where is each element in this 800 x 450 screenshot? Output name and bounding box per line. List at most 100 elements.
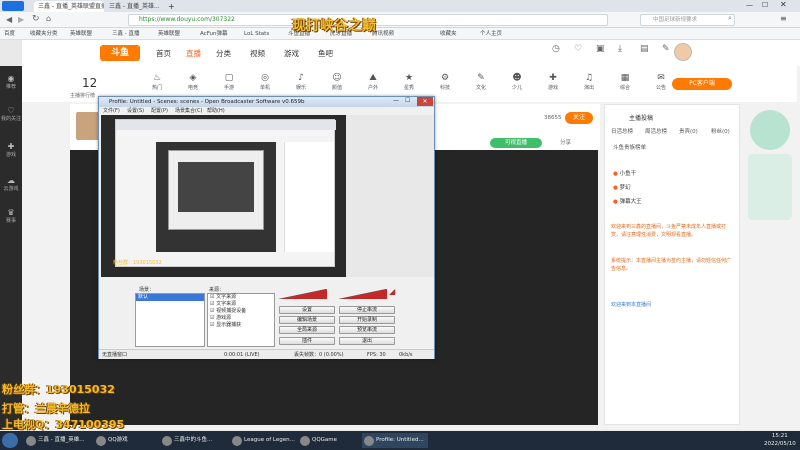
sidebar-item-event[interactable]: ♛ 赛事 (0, 208, 22, 224)
category-item[interactable]: ◎ 单机 (250, 72, 280, 91)
obs-minimize-icon[interactable]: — (393, 97, 399, 104)
taskbar-item[interactable]: Profile: Untitled... (362, 433, 428, 448)
nav-game[interactable]: 游戏 (284, 48, 299, 59)
maximize-icon[interactable]: ☐ (762, 1, 768, 9)
category-item[interactable]: ♪ 娱乐 (286, 72, 316, 91)
obs-window[interactable]: Profile: Untitled - Scenes: scenes - Ope… (98, 96, 435, 359)
obs-exit-button[interactable]: 退出 (339, 337, 395, 345)
home-icon[interactable]: ⌂ (46, 14, 51, 23)
obs-source-item[interactable]: ☑ 游戏源 (210, 315, 274, 322)
sidebar-item-follow[interactable]: ♡ 我的关注 (0, 106, 22, 122)
chat-tab[interactable]: 日活总榜 (611, 127, 633, 135)
forward-icon[interactable]: ▶ (18, 15, 24, 24)
client-icon[interactable]: ▤ (640, 44, 649, 54)
obs-close-icon[interactable]: ✕ (417, 97, 433, 106)
obs-menu-item[interactable]: 文件(F) (103, 107, 120, 115)
bookmark-item[interactable]: 收藏夹 (440, 29, 457, 39)
new-tab-icon[interactable]: + (168, 2, 175, 11)
bookmark-item[interactable]: LoL Stats (244, 29, 269, 39)
obs-stop-stream-button[interactable]: 停止串流 (339, 306, 395, 314)
obs-source-item[interactable]: ☑ 文字来源 (210, 294, 274, 301)
category-item[interactable]: ♫ 演出 (574, 72, 604, 91)
taskbar-item[interactable]: QQ游戏 (94, 433, 134, 448)
obs-scene-list[interactable]: 默认 (135, 293, 205, 347)
history-icon[interactable]: ◷ (552, 44, 560, 54)
refresh-icon[interactable]: ↻ (32, 14, 40, 24)
obs-menu-item[interactable]: 设置(S) (127, 107, 144, 115)
browser-logo-icon[interactable] (2, 1, 24, 11)
bookmark-item[interactable]: 个人主页 (480, 29, 502, 39)
obs-preview-stream-button[interactable]: 预览串流 (339, 326, 395, 334)
bookmark-item[interactable]: 英雄联盟 (70, 29, 92, 39)
nav-video[interactable]: 视频 (250, 48, 265, 59)
obs-menu-item[interactable]: 帮助(H) (207, 107, 225, 115)
taskbar-item[interactable]: QQGame (298, 433, 358, 448)
obs-source-item[interactable]: ☑ 视频捕捉设备 (210, 308, 274, 315)
browser-tab-active[interactable]: 三鑫 - 直播_英雄联盟直播_斗鱼 (34, 1, 104, 12)
follow-icon[interactable]: ♡ (574, 44, 582, 54)
category-item[interactable]: ▦ 综合 (610, 72, 640, 91)
menu-icon[interactable]: ≡ (780, 14, 787, 23)
bookmark-item[interactable]: 三鑫 - 直播 (112, 29, 139, 39)
obs-source-item[interactable]: ☑ 显示器捕获 (210, 322, 274, 329)
broadcast-icon[interactable]: ▣ (596, 44, 605, 54)
chat-tab[interactable]: 贵宾(0) (679, 127, 698, 135)
rank-item[interactable]: ● 梦幻 (613, 183, 631, 191)
obs-settings-button[interactable]: 设置 (279, 306, 335, 314)
nav-live[interactable]: 直播 (186, 48, 201, 59)
search-icon[interactable]: ⌕ (728, 14, 732, 23)
taskbar-clock[interactable]: 15:21 2022/05/10 (764, 432, 796, 448)
category-item[interactable]: ⛰ 户外 (358, 72, 388, 91)
task-icon[interactable]: ✎ (662, 44, 670, 54)
obs-maximize-icon[interactable]: ☐ (405, 97, 410, 104)
category-item[interactable]: ⚙ 科技 (430, 72, 460, 91)
minimize-icon[interactable]: — (746, 1, 753, 9)
obs-start-record-button[interactable]: 开始录制 (339, 316, 395, 324)
obs-source-item[interactable]: ☑ 文字来源 (210, 301, 274, 308)
obs-global-sources-button[interactable]: 全局来源 (279, 326, 335, 334)
nav-home[interactable]: 首页 (156, 48, 171, 59)
rank-item[interactable]: ● 弹幕大王 (613, 197, 642, 205)
obs-source-list[interactable]: ☑ 文字来源 ☑ 文字来源 ☑ 视频捕捉设备 ☑ 游戏源 ☑ 显示器捕获 (207, 293, 275, 347)
bookmark-item[interactable]: 百度 (4, 29, 15, 39)
back-icon[interactable]: ◀ (6, 15, 12, 24)
nav-category[interactable]: 分类 (216, 48, 231, 59)
sidebar-item-recommend[interactable]: ◉ 推荐 (0, 74, 22, 90)
taskbar-item[interactable]: 三鑫中的斗鱼... (160, 433, 226, 448)
start-button[interactable] (2, 433, 18, 448)
category-item[interactable]: ▢ 手游 (214, 72, 244, 91)
ad-banner[interactable] (750, 110, 790, 150)
obs-desktop-meter[interactable] (338, 288, 395, 300)
category-item[interactable]: ★ 星秀 (394, 72, 424, 91)
category-item[interactable]: ✚ 游戏 (538, 72, 568, 91)
obs-menu-item[interactable]: 配置(P) (151, 107, 168, 115)
bookmark-item[interactable]: 收藏夹分类 (30, 29, 58, 39)
taskbar-item[interactable]: League of Legen... (230, 433, 296, 448)
close-icon[interactable]: ✕ (780, 0, 787, 9)
obs-menu-item[interactable]: 场景集合(C) (175, 107, 202, 115)
nav-fishbar[interactable]: 鱼吧 (318, 48, 333, 59)
share-button[interactable]: 分享 (560, 138, 571, 146)
category-item[interactable]: ✎ 文化 (466, 72, 496, 91)
obs-title-bar[interactable]: Profile: Untitled - Scenes: scenes - Ope… (99, 97, 434, 107)
rank-item[interactable]: ● 小鱼干 (613, 169, 636, 177)
category-item[interactable]: ◈ 电竞 (178, 72, 208, 91)
pc-client-button[interactable]: PC客户端 (672, 78, 732, 90)
bookmark-item[interactable]: AcFun弹幕 (200, 29, 228, 39)
category-item[interactable]: ☺ 颜值 (322, 72, 352, 91)
browser-tab[interactable]: 三鑫 - 直播_英雄... (105, 1, 165, 12)
speaker-icon[interactable]: ◢ (389, 287, 395, 296)
download-icon[interactable]: ⤓ (618, 44, 622, 54)
sidebar-item-cloudgame[interactable]: ☁ 云游戏 (0, 176, 22, 192)
level-badge[interactable]: 可视直播 (490, 138, 542, 148)
category-item[interactable]: ☻ 少儿 (502, 72, 532, 91)
ad-banner[interactable] (748, 154, 792, 220)
obs-plugins-button[interactable]: 插件 (279, 337, 335, 345)
bookmark-item[interactable]: 英雄联盟 (158, 29, 180, 39)
douyu-logo[interactable]: 斗鱼 (100, 45, 140, 61)
avatar[interactable] (674, 43, 692, 61)
chat-tab[interactable]: 粉丝(0) (711, 127, 730, 135)
chat-tab[interactable]: 周活总榜 (645, 127, 667, 135)
follow-button[interactable]: 关注 (565, 112, 593, 124)
obs-mic-meter[interactable] (278, 288, 335, 300)
